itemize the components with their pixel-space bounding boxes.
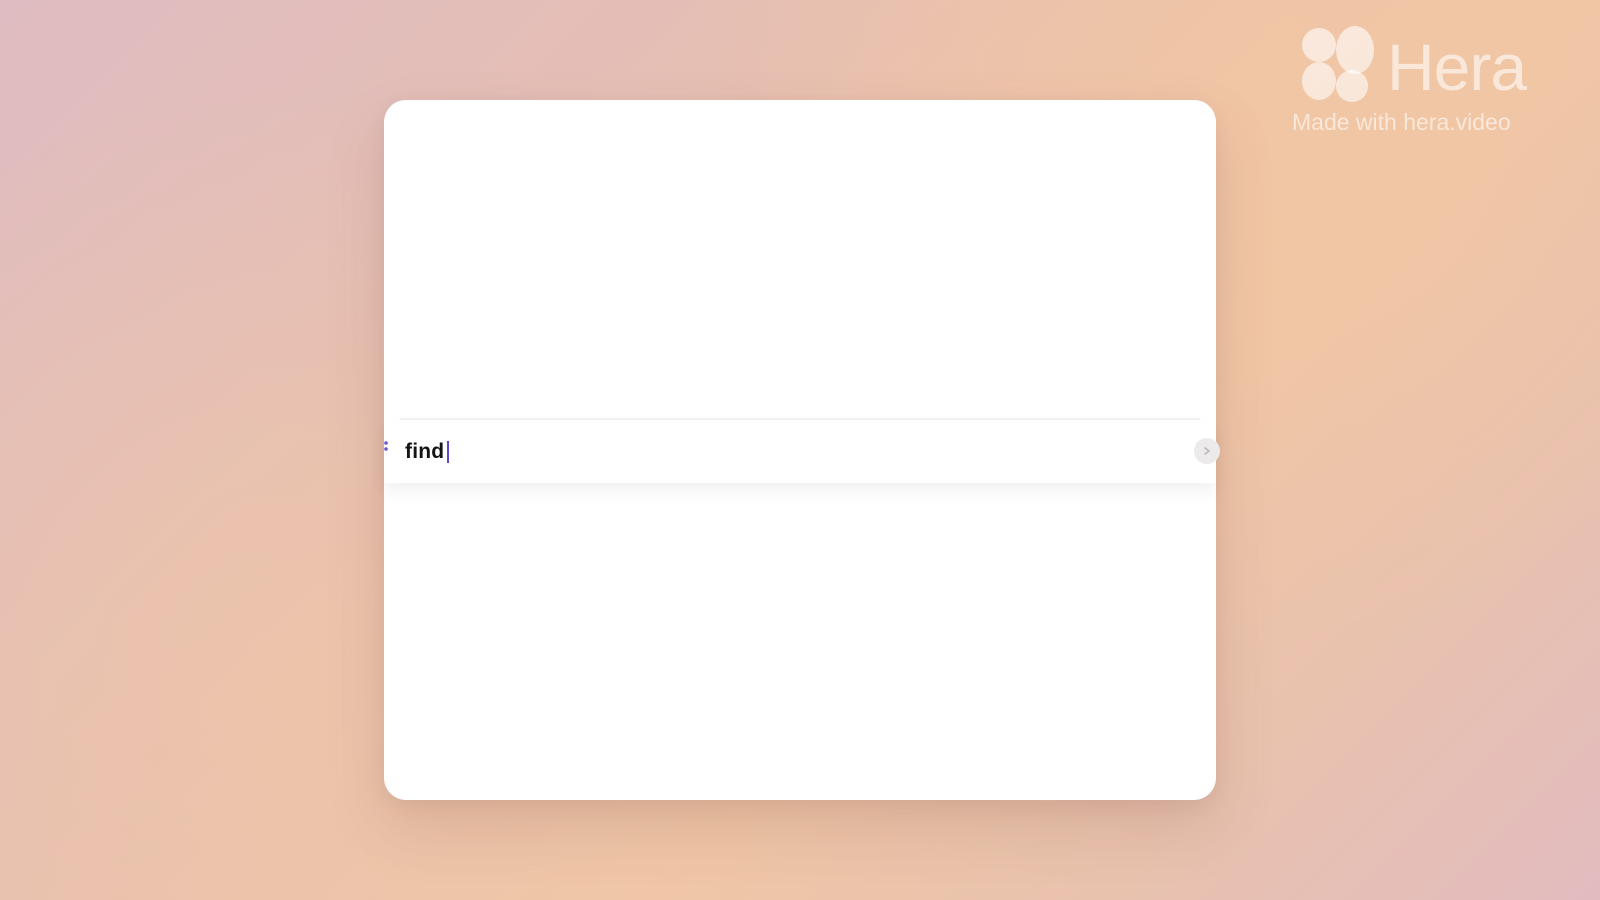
command-palette-card: find [384, 100, 1220, 800]
submit-button[interactable] [1194, 438, 1220, 464]
hera-logo-icon [1302, 26, 1374, 102]
watermark-tagline: Made with hera.video [1292, 109, 1511, 135]
watermark: Hera Made with hera.video [1272, 22, 1542, 142]
divider [400, 418, 1200, 420]
chevron-icon [1204, 447, 1210, 455]
watermark-brand: Hera [1387, 30, 1527, 104]
text-cursor [447, 441, 450, 463]
command-dots-icon [384, 441, 388, 451]
search-bar[interactable]: find [384, 421, 1220, 483]
search-input-value: find [405, 440, 445, 463]
search-input[interactable]: find [405, 421, 450, 483]
